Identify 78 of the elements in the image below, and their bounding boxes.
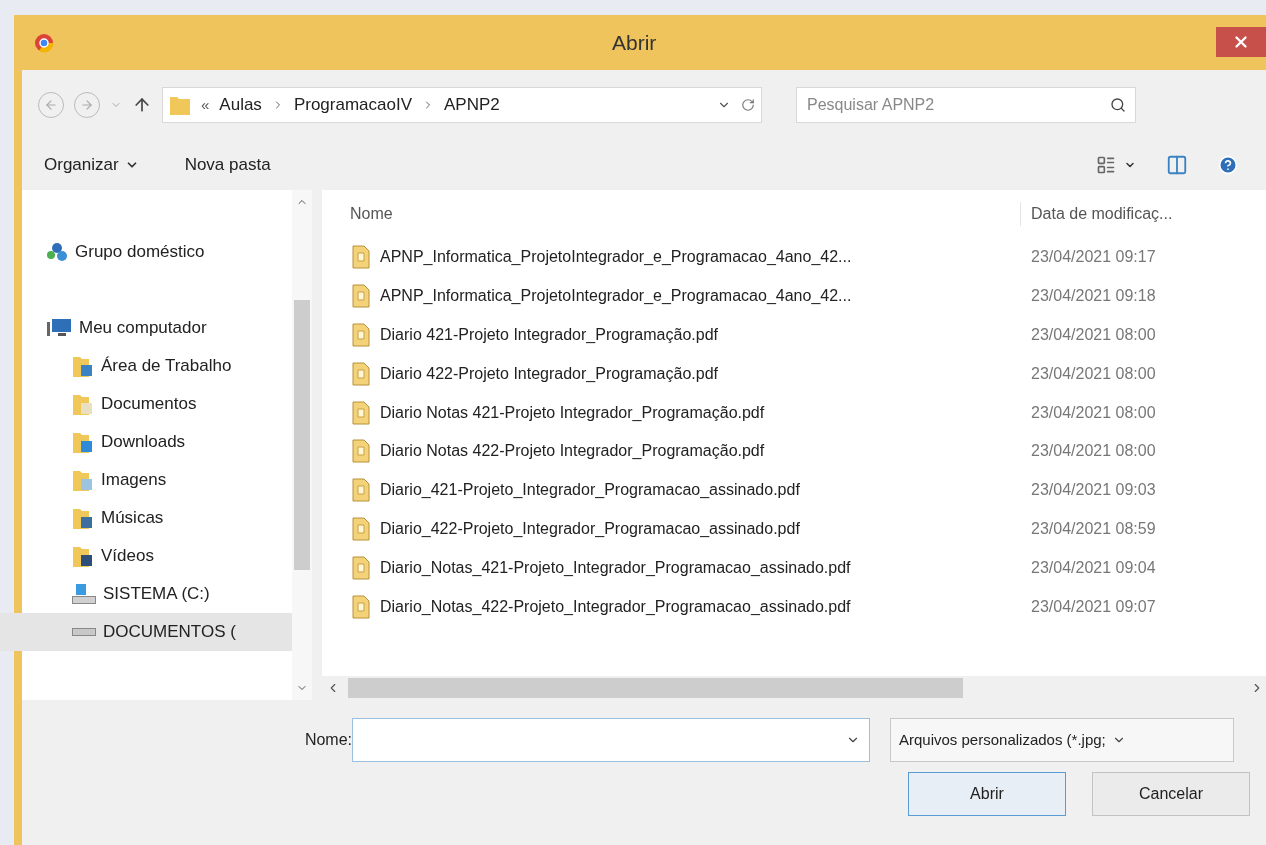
pdf-file-icon: [352, 478, 370, 503]
file-name[interactable]: Diario Notas 421-Projeto Integrador_Programação.pdf: [380, 400, 765, 425]
pdf-file-icon: [352, 594, 370, 619]
nav-item[interactable]: Downloads: [0, 423, 292, 461]
file-date: 23/04/2021 09:17: [1030, 247, 1156, 268]
drive-icon: [72, 584, 96, 604]
folder-icon: [72, 544, 94, 568]
pdf-file-icon: [352, 284, 370, 309]
file-name[interactable]: Diario 421-Projeto Integrador_Programação.pdf: [380, 323, 718, 347]
folder-icon: [72, 354, 94, 378]
folder-icon: [72, 468, 94, 492]
forward-arrow-icon: [80, 98, 94, 112]
pdf-file-icon: [352, 245, 370, 270]
column-header[interactable]: Nome: [322, 202, 1020, 226]
search-icon: [1110, 97, 1126, 113]
file-date: 23/04/2021 09:03: [1030, 480, 1156, 501]
file-date: 23/04/2021 09:04: [1030, 557, 1156, 578]
breadcrumb-item[interactable]: ProgramacaoIV: [293, 92, 412, 118]
view-icon[interactable]: [1096, 155, 1116, 175]
nav-item[interactable]: Área de Trabalho: [0, 347, 292, 385]
folder-icon: [169, 94, 191, 116]
address-bar[interactable]: « Aulas ProgramacaoIV APNP2: [162, 87, 762, 123]
new-folder-button[interactable]: Nova pasta: [184, 152, 271, 178]
file-date: 23/04/2021 08:00: [1030, 402, 1156, 423]
refresh-icon[interactable]: [741, 98, 755, 112]
preview-pane-icon[interactable]: [1166, 154, 1188, 176]
organize-menu[interactable]: Organizar: [44, 152, 139, 178]
pdf-file-icon: [352, 361, 370, 386]
file-date: 23/04/2021 08:59: [1030, 518, 1156, 539]
nav-item[interactable]: Vídeos: [0, 537, 292, 575]
breadcrumb-item[interactable]: APNP2: [444, 92, 500, 118]
file-name[interactable]: Diario_422-Projeto_Integrador_Programacao_assinado.pdf: [380, 516, 800, 541]
file-date: 23/04/2021 09:18: [1030, 286, 1156, 307]
breadcrumb-item[interactable]: Aulas: [219, 92, 262, 118]
computer-icon: [46, 318, 72, 338]
nav-item[interactable]: Meu computador: [0, 309, 292, 347]
horizontal-scrollbar[interactable]: [322, 676, 1266, 700]
file-name[interactable]: Diario 422-Projeto Integrador_Programação.pdf: [380, 361, 718, 386]
column-header[interactable]: Data de modificaç...: [1020, 202, 1173, 226]
file-type-select[interactable]: Arquivos personalizados (*.jpg;: [890, 718, 1234, 762]
pdf-file-icon: [352, 555, 370, 580]
window-title: Abrir: [612, 29, 657, 56]
homegroup-icon: [46, 242, 68, 262]
file-name-label: Nome:: [303, 730, 352, 750]
vertical-scrollbar[interactable]: [292, 190, 312, 700]
nav-item[interactable]: Músicas: [0, 499, 292, 537]
nav-item[interactable]: Imagens: [0, 461, 292, 499]
folder-icon: [72, 392, 94, 416]
nav-item[interactable]: Grupo doméstico: [0, 233, 292, 271]
breadcrumb-overflow[interactable]: «: [201, 93, 210, 117]
file-date: 23/04/2021 08:00: [1030, 441, 1156, 462]
file-name[interactable]: Diario_Notas_421-Projeto_Integrador_Programacao_assinado.pdf: [380, 555, 851, 580]
help-icon[interactable]: [1218, 155, 1238, 175]
file-name[interactable]: Diario Notas 422-Projeto Integrador_Programação.pdf: [380, 439, 765, 464]
file-date: 23/04/2021 08:00: [1030, 363, 1156, 384]
pdf-file-icon: [352, 400, 370, 425]
browser-logo-icon: [34, 32, 54, 53]
file-date: 23/04/2021 08:00: [1030, 325, 1156, 345]
close-button[interactable]: [1216, 27, 1266, 57]
nav-item[interactable]: Documentos: [0, 385, 292, 423]
folder-icon: [72, 430, 94, 454]
nav-item[interactable]: DOCUMENTOS (: [0, 613, 292, 651]
close-icon: [1232, 33, 1250, 51]
file-name[interactable]: APNP_Informatica_ProjetoIntegrador_e_Programacao_4ano_42...: [380, 245, 852, 270]
file-name[interactable]: APNP_Informatica_ProjetoIntegrador_e_Programacao_4ano_42...: [380, 284, 852, 309]
nav-item[interactable]: SISTEMA (C:): [0, 575, 292, 613]
file-name[interactable]: Diario_421-Projeto_Integrador_Programacao_assinado.pdf: [380, 478, 800, 503]
search-field[interactable]: Pesquisar APNP2: [796, 87, 1136, 123]
pdf-file-icon: [352, 323, 370, 347]
file-name-field[interactable]: [352, 718, 870, 762]
file-date: 23/04/2021 09:07: [1030, 596, 1156, 617]
drive-icon: [72, 628, 96, 636]
cancel-button[interactable]: Cancelar: [1092, 772, 1250, 816]
open-button[interactable]: Abrir: [908, 772, 1066, 816]
file-name[interactable]: Diario_Notas_422-Projeto_Integrador_Programacao_assinado.pdf: [380, 594, 851, 619]
pdf-file-icon: [352, 516, 370, 541]
pdf-file-icon: [352, 439, 370, 464]
folder-icon: [72, 506, 94, 530]
